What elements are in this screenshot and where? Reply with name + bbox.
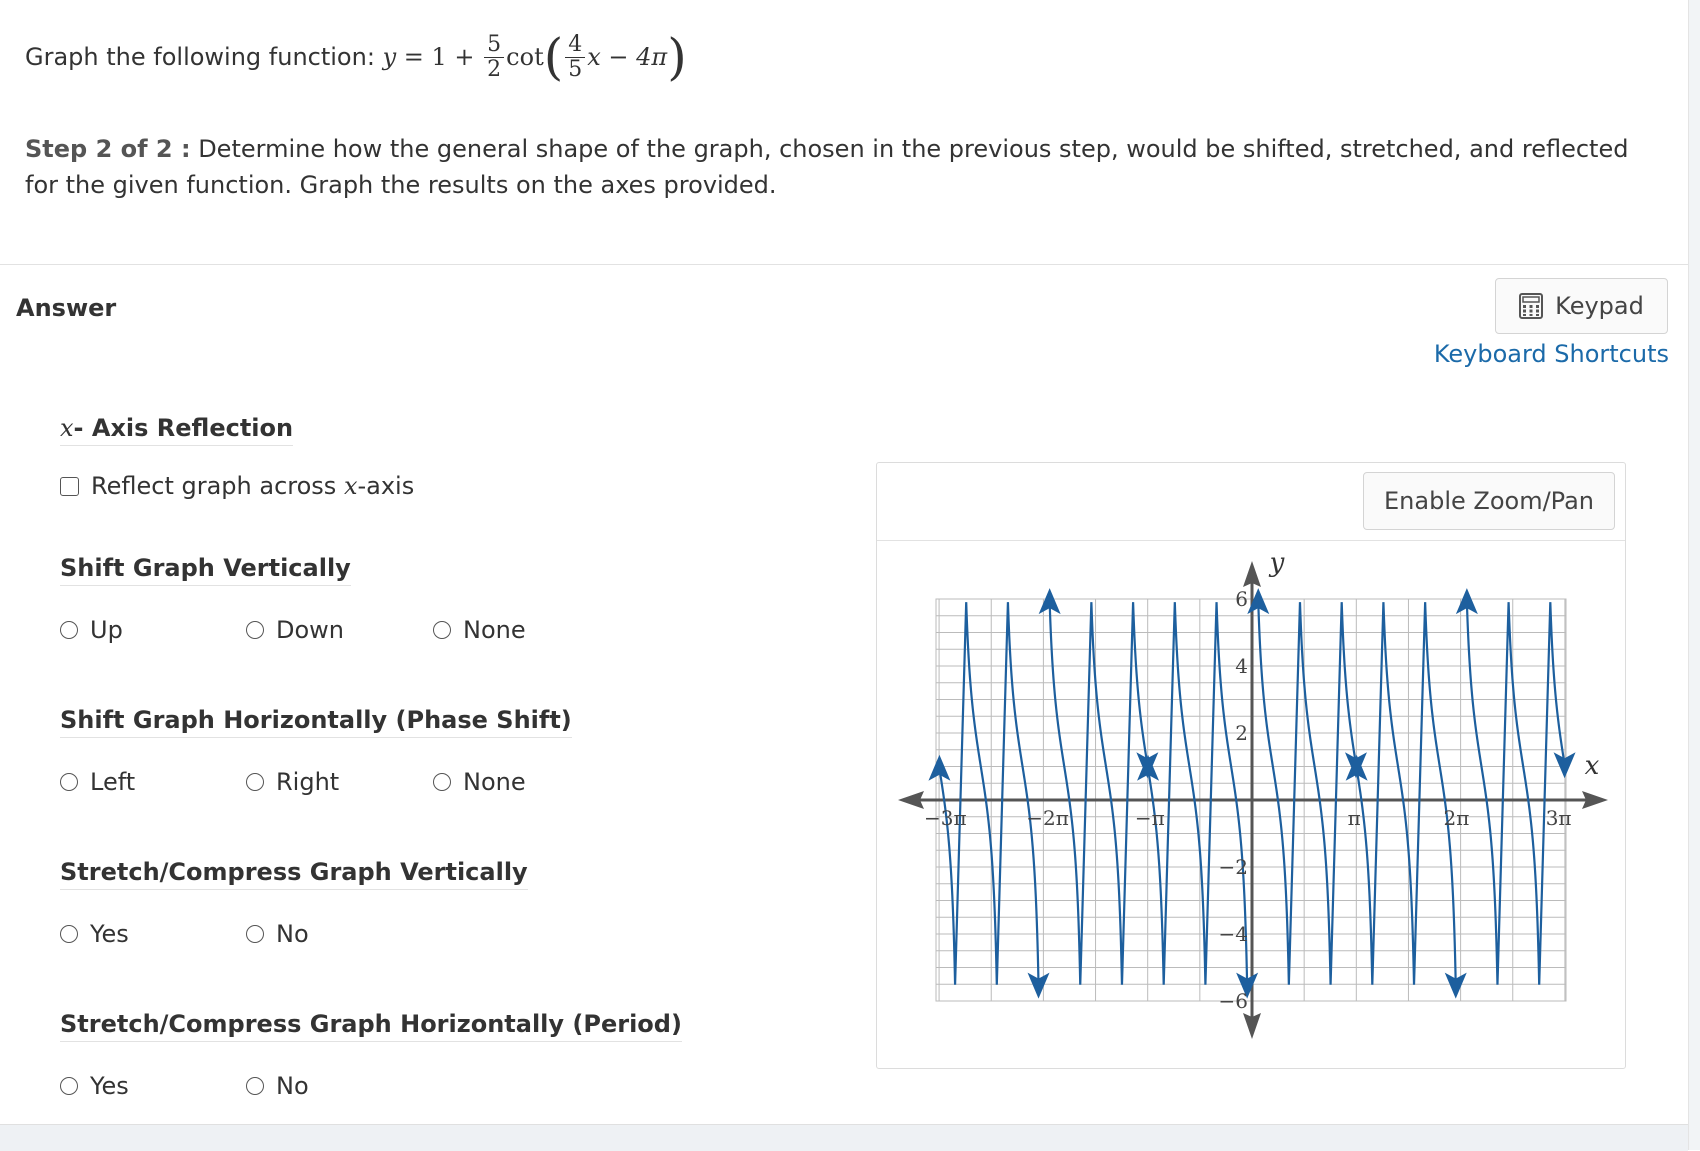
step-instructions: Step 2 of 2 : Determine how the general … <box>25 131 1645 203</box>
option-label: No <box>276 1072 309 1100</box>
radio-right[interactable] <box>246 773 264 791</box>
radio-yes[interactable] <box>60 1077 78 1095</box>
option-label: Up <box>90 616 123 644</box>
question-prefix: Graph the following function: <box>25 43 375 71</box>
question-y: y <box>382 43 397 71</box>
x-axis-name: x <box>1585 751 1600 781</box>
x-tick-label: −π <box>1135 806 1165 830</box>
cotangent-branch <box>1465 602 1566 985</box>
reflect-checkbox-label: Reflect graph across x-axis <box>91 472 414 500</box>
reflect-checkbox[interactable] <box>60 476 79 496</box>
vertical-shift-up[interactable]: Up <box>60 616 123 644</box>
y-axis-name: y <box>1269 548 1285 578</box>
step-label: Step 2 of 2 : <box>25 135 191 163</box>
reflect-label-var: x <box>343 472 358 500</box>
graph-panel: Enable Zoom/Pan −3π −2π −π π 2π 3π 6 4 2 −2 −4 −6 x y <box>876 462 1626 1069</box>
option-label: Down <box>276 616 345 644</box>
keyboard-shortcuts-link[interactable]: Keyboard Shortcuts <box>1434 340 1669 368</box>
y-tick-label: −2 <box>1219 855 1248 879</box>
y-tick-label: 6 <box>1235 587 1248 611</box>
vertical-stretch-title: Stretch/Compress Graph Vertically <box>60 858 528 890</box>
option-label: Right <box>276 768 340 796</box>
function-name: cot <box>506 43 544 71</box>
option-label: None <box>463 616 526 644</box>
y-tick-label: −4 <box>1219 922 1248 946</box>
vertical-stretch-no[interactable]: No <box>246 920 309 948</box>
question: Graph the following function: y = 1 + 5 … <box>25 22 687 92</box>
page-scroll-gutter <box>1688 0 1700 1150</box>
arg-numerator: 4 <box>565 32 586 58</box>
vertical-stretch-yes[interactable]: Yes <box>60 920 129 948</box>
step-text: Determine how the general shape of the g… <box>25 135 1629 199</box>
x-tick-label: 3π <box>1546 806 1572 830</box>
y-tick-label: 4 <box>1235 654 1248 678</box>
reflect-label-text: Reflect graph across <box>91 472 344 500</box>
option-label: Yes <box>90 1072 129 1100</box>
y-tick-label: −6 <box>1219 989 1248 1013</box>
cotangent-branch <box>1048 602 1149 985</box>
radio-no[interactable] <box>246 1077 264 1095</box>
reflection-title-text: - Axis Reflection <box>73 414 294 442</box>
horizontal-shift-right[interactable]: Right <box>246 768 339 796</box>
horizontal-stretch-title: Stretch/Compress Graph Horizontally (Per… <box>60 1010 682 1042</box>
reflect-label-suffix: -axis <box>357 472 415 500</box>
cotangent-branch <box>1257 602 1358 985</box>
option-label: None <box>463 768 526 796</box>
x-tick-label: 2π <box>1443 806 1469 830</box>
cotangent-branch <box>1355 602 1457 985</box>
x-tick-label: −3π <box>924 806 967 830</box>
radio-none[interactable] <box>433 621 451 639</box>
radio-left[interactable] <box>60 773 78 791</box>
right-paren: ) <box>667 28 687 86</box>
option-label: Left <box>90 768 136 796</box>
vertical-shift-down[interactable]: Down <box>246 616 344 644</box>
coef-denominator: 2 <box>487 56 502 82</box>
horizontal-shift-none[interactable]: None <box>433 768 526 796</box>
keypad-button[interactable]: Keypad <box>1495 278 1668 334</box>
coefficient-fraction: 5 2 <box>484 32 505 82</box>
left-paren: ( <box>543 28 564 86</box>
vertical-shift-none[interactable]: None <box>433 616 526 644</box>
arg-denominator: 5 <box>568 56 583 82</box>
horizontal-stretch-no[interactable]: No <box>246 1072 309 1100</box>
coef-numerator: 5 <box>484 32 505 58</box>
horizontal-shift-left[interactable]: Left <box>60 768 135 796</box>
calculator-icon <box>1519 293 1544 319</box>
option-label: Yes <box>90 920 129 948</box>
keypad-label: Keypad <box>1555 292 1644 320</box>
divider <box>0 264 1688 265</box>
x-tick-label: −2π <box>1026 806 1069 830</box>
x-tick-label: π <box>1348 806 1361 830</box>
horizontal-stretch-yes[interactable]: Yes <box>60 1072 129 1100</box>
question-eq: = <box>403 43 424 71</box>
answer-label: Answer <box>16 294 117 322</box>
vertical-shift-title: Shift Graph Vertically <box>60 554 351 586</box>
bottom-bar <box>0 1124 1688 1151</box>
cotangent-branch <box>938 602 1040 985</box>
question-one-plus: 1 + <box>431 43 475 71</box>
horizontal-shift-title: Shift Graph Horizontally (Phase Shift) <box>60 706 572 738</box>
y-tick-label: 2 <box>1235 721 1248 745</box>
argument-rest: x − 4π <box>587 43 668 71</box>
radio-no[interactable] <box>246 925 264 943</box>
radio-up[interactable] <box>60 621 78 639</box>
radio-down[interactable] <box>246 621 264 639</box>
argument-fraction: 4 5 <box>565 32 586 82</box>
graph-canvas[interactable]: −3π −2π −π π 2π 3π 6 4 2 −2 −4 −6 x y <box>877 463 1627 1070</box>
reflection-section-title: x- Axis Reflection <box>60 414 294 446</box>
reflect-checkbox-option[interactable]: Reflect graph across x-axis <box>60 472 414 500</box>
option-label: No <box>276 920 309 948</box>
radio-none[interactable] <box>433 773 451 791</box>
radio-yes[interactable] <box>60 925 78 943</box>
reflection-title-var: x <box>60 414 74 442</box>
